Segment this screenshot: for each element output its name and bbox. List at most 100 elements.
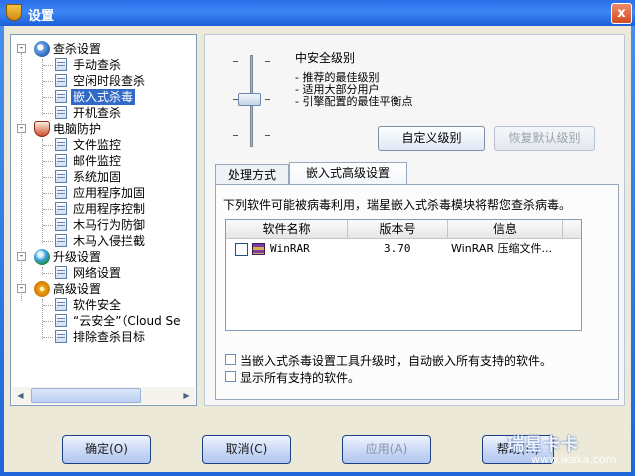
settings-page-icon <box>55 298 67 311</box>
column-header-info[interactable]: 信息 <box>448 220 563 239</box>
tab-handling-method[interactable]: 处理方式 <box>215 164 289 185</box>
gear-icon <box>34 281 50 297</box>
tree-item-trojan-behavior[interactable]: 木马行为防御 <box>11 217 196 233</box>
tree-item-label: 系统加固 <box>73 170 122 184</box>
security-level-title: 中安全级别 <box>295 51 356 65</box>
tree-item-label: “云安全”（Cloud Se <box>73 314 181 328</box>
tree-group-update-settings[interactable]: - 升级设置 <box>11 249 196 265</box>
tree-item-app-hardening[interactable]: 应用程序加固 <box>11 185 196 201</box>
tree-group-scan-settings[interactable]: - 查杀设置 <box>11 41 196 57</box>
embedded-info-text: 下列软件可能被病毒利用，瑞星嵌入式杀毒模块将帮您查杀病毒。 <box>223 198 572 212</box>
tree-item-label: 排除查杀目标 <box>73 330 146 344</box>
tree-item-label: 软件安全 <box>73 298 122 312</box>
tree-item-file-monitor[interactable]: 文件监控 <box>11 137 196 153</box>
software-row[interactable]: WinRAR 3.70 WinRAR 压缩文件... <box>226 240 581 258</box>
column-header-name[interactable]: 软件名称 <box>226 220 348 239</box>
magnifier-icon <box>34 41 50 57</box>
tree-item-mail-monitor[interactable]: 邮件监控 <box>11 153 196 169</box>
slider-tick <box>265 99 270 100</box>
ok-button[interactable]: 确定(O) <box>62 435 151 464</box>
settings-page-icon <box>55 186 67 199</box>
settings-page-icon <box>55 90 67 103</box>
rising-shield-icon <box>6 4 22 21</box>
tree-item-label: 邮件监控 <box>73 154 122 168</box>
security-level-slider-thumb[interactable] <box>238 93 261 106</box>
settings-page-icon <box>55 218 67 231</box>
settings-page-icon <box>55 106 67 119</box>
tree-item-label: 应用程序控制 <box>73 202 146 216</box>
tree-group-advanced-settings[interactable]: - 高级设置 <box>11 281 196 297</box>
settings-page-icon <box>55 330 67 343</box>
software-row-checkbox[interactable] <box>235 243 248 256</box>
software-version: 3.70 <box>384 242 411 255</box>
globe-update-icon <box>34 249 50 265</box>
security-level-desc: - 引擎配置的最佳平衡点 <box>295 95 413 108</box>
tree-group-pc-protection[interactable]: - 电脑防护 <box>11 121 196 137</box>
column-header-version[interactable]: 版本号 <box>348 220 448 239</box>
settings-page-icon <box>55 234 67 247</box>
tree-item-label: 文件监控 <box>73 138 122 152</box>
tree-item-trojan-intrusion[interactable]: 木马入侵拦截 <box>11 233 196 249</box>
title-bar[interactable]: 设置 x <box>0 0 635 26</box>
shield-icon <box>34 121 50 137</box>
collapse-toggle[interactable]: - <box>17 44 26 53</box>
slider-tick <box>265 135 270 136</box>
list-header: 软件名称 版本号 信息 <box>226 220 581 239</box>
cancel-button[interactable]: 取消(C) <box>202 435 291 464</box>
slider-tick <box>233 61 238 62</box>
tree-horizontal-scrollbar[interactable]: ◀ ▶ <box>12 387 195 404</box>
settings-content-panel: 中安全级别 - 推荐的最佳级别 - 适用大部分用户 - 引擎配置的最佳平衡点 自… <box>204 34 625 406</box>
tree-item-label: 开机查杀 <box>73 106 122 120</box>
show-all-checkbox[interactable] <box>225 371 236 382</box>
tree-item-system-hardening[interactable]: 系统加固 <box>11 169 196 185</box>
tree-item-boot-scan[interactable]: 开机查杀 <box>11 105 196 121</box>
settings-page-icon <box>55 154 67 167</box>
slider-tick <box>233 135 238 136</box>
tree-item-manual-scan[interactable]: 手动查杀 <box>11 57 196 73</box>
collapse-toggle[interactable]: - <box>17 284 26 293</box>
watermark-url: www.ikaka.com <box>531 453 617 466</box>
settings-window: 设置 x - 查杀设置 手动查杀 空闲时段查杀 嵌入式杀毒 开机查杀 - 电脑防… <box>0 0 635 476</box>
tree-item-label: 手动查杀 <box>73 58 122 72</box>
tree-group-label: 高级设置 <box>53 282 102 296</box>
tree-item-embedded-scan[interactable]: 嵌入式杀毒 <box>11 89 196 105</box>
tree-group-label: 升级设置 <box>53 250 102 264</box>
tree-item-idle-scan[interactable]: 空闲时段查杀 <box>11 73 196 89</box>
settings-tree: - 查杀设置 手动查杀 空闲时段查杀 嵌入式杀毒 开机查杀 - 电脑防护 文件监… <box>10 34 197 406</box>
tree-group-label: 电脑防护 <box>53 122 102 136</box>
settings-page-icon <box>55 138 67 151</box>
tree-item-label: 空闲时段查杀 <box>73 74 146 88</box>
settings-page-icon <box>55 202 67 215</box>
tree-item-software-security[interactable]: 软件安全 <box>11 297 196 313</box>
scroll-left-icon[interactable]: ◀ <box>12 387 29 404</box>
window-title: 设置 <box>28 9 55 24</box>
tree-item-app-control[interactable]: 应用程序控制 <box>11 201 196 217</box>
custom-level-button[interactable]: 自定义级别 <box>378 126 485 151</box>
settings-page-icon <box>55 314 67 327</box>
close-button[interactable]: x <box>611 3 632 24</box>
embedded-advanced-content: 下列软件可能被病毒利用，瑞星嵌入式杀毒模块将帮您查杀病毒。 软件名称 版本号 信… <box>215 184 619 400</box>
tree-item-label: 网络设置 <box>73 266 122 280</box>
settings-page-icon <box>55 170 67 183</box>
watermark-logo: 瑞星卡卡 <box>507 435 579 455</box>
auto-embed-checkbox[interactable] <box>225 354 236 365</box>
tree-item-label: 应用程序加固 <box>73 186 146 200</box>
ikaka-watermark: 瑞星卡卡 www.ikaka.com <box>507 430 635 476</box>
scroll-thumb[interactable] <box>31 388 141 403</box>
tree-item-network-settings[interactable]: 网络设置 <box>11 265 196 281</box>
tab-embedded-advanced[interactable]: 嵌入式高级设置 <box>289 162 407 185</box>
slider-tick <box>265 61 270 62</box>
tree-group-label: 查杀设置 <box>53 42 102 56</box>
tree-item-label: 木马行为防御 <box>73 218 146 232</box>
collapse-toggle[interactable]: - <box>17 124 26 133</box>
scroll-right-icon[interactable]: ▶ <box>178 387 195 404</box>
tree-item-label: 木马入侵拦截 <box>73 234 146 248</box>
tree-item-cloud-security[interactable]: “云安全”（Cloud Se <box>11 313 196 329</box>
winrar-icon <box>252 243 265 255</box>
tree-item-label-selected: 嵌入式杀毒 <box>71 89 136 105</box>
restore-default-level-button[interactable]: 恢复默认级别 <box>494 126 595 151</box>
apply-button[interactable]: 应用(A) <box>342 435 431 464</box>
client-area: - 查杀设置 手动查杀 空闲时段查杀 嵌入式杀毒 开机查杀 - 电脑防护 文件监… <box>4 26 631 472</box>
tree-item-exclusions[interactable]: 排除查杀目标 <box>11 329 196 345</box>
collapse-toggle[interactable]: - <box>17 252 26 261</box>
